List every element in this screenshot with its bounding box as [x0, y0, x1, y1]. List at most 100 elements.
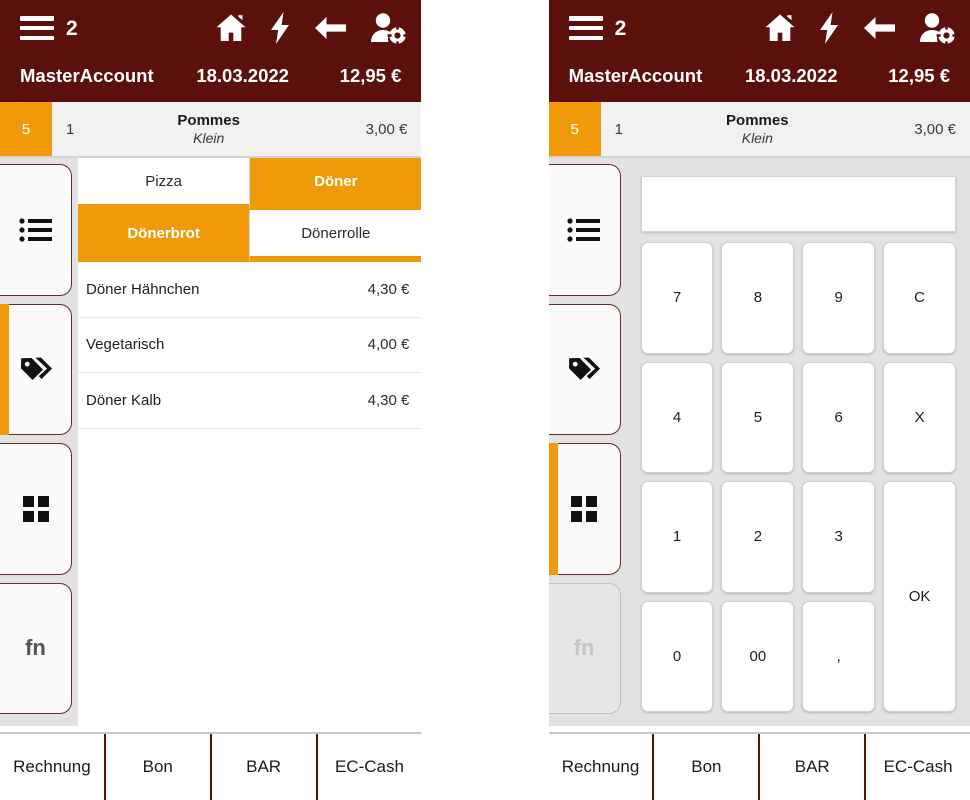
lightning-icon[interactable] — [818, 12, 840, 44]
back-arrow-icon[interactable] — [862, 14, 896, 42]
key-clear[interactable]: C — [883, 242, 956, 354]
order-item-price: 3,00 € — [365, 120, 408, 138]
footer-button-bar[interactable]: BAR — [210, 734, 317, 800]
current-order-row[interactable]: 5 1 Pommes Klein 3,00 € — [0, 102, 422, 158]
date-label: 18.03.2022 — [744, 65, 838, 86]
category-tab[interactable]: Döner — [250, 158, 422, 210]
home-icon[interactable] — [764, 13, 796, 43]
category-tabs: Pizza Döner Dönerbrot Dönerrolle — [78, 158, 422, 262]
numeric-keypad-panel: 7 8 9 C 4 5 6 X 1 2 3 OK 0 00, — [626, 158, 970, 726]
product-price: 4,30 € — [367, 280, 410, 298]
account-label: MasterAccount — [20, 65, 154, 86]
list-icon — [18, 217, 53, 243]
payment-footer-right: Rechnung Bon BAR EC-Cash — [548, 732, 970, 800]
sidebar-tab-tags[interactable] — [0, 303, 72, 435]
total-label: 12,95 € — [339, 65, 402, 86]
key-1[interactable]: 1 — [640, 481, 714, 593]
category-tab-label: Döner — [314, 172, 358, 190]
table-count-label: 2 — [66, 16, 78, 40]
sidebar-tab-tags[interactable] — [548, 303, 621, 435]
order-item-price: 3,00 € — [914, 120, 956, 138]
hamburger-icon[interactable] — [568, 16, 603, 40]
keypad-key-label: 9 — [834, 289, 843, 307]
key-4[interactable]: 4 — [640, 361, 714, 473]
footer-button-label: Rechnung — [13, 757, 91, 776]
product-price: 4,30 € — [367, 391, 410, 409]
back-arrow-icon[interactable] — [313, 14, 347, 42]
user-settings-icon[interactable] — [918, 12, 956, 44]
account-label: MasterAccount — [568, 65, 703, 86]
product-name: Döner Kalb — [86, 391, 162, 409]
user-settings-icon[interactable] — [369, 12, 408, 44]
footer-button-bon[interactable]: Bon — [104, 734, 211, 800]
key-2[interactable]: 2 — [721, 481, 795, 593]
tag-icon — [567, 355, 601, 383]
keypad-key-label: C — [914, 289, 925, 307]
order-item: Pommes Klein — [92, 102, 325, 156]
keypad-key-label: X — [914, 408, 925, 426]
app-header-top-row: 2 — [549, 0, 970, 56]
category-tab[interactable]: Pizza — [78, 158, 251, 210]
keypad-key-label: 00 — [749, 647, 767, 665]
key-comma[interactable]: , — [802, 600, 876, 712]
key-9[interactable]: 9 — [802, 242, 876, 354]
table-count-label: 2 — [614, 16, 627, 40]
footer-button-ec-cash[interactable]: EC-Cash — [316, 734, 422, 800]
sidebar-tab-grid[interactable] — [0, 443, 72, 575]
product-price: 4,00 € — [367, 336, 410, 354]
footer-button-ec-cash[interactable]: EC-Cash — [865, 734, 970, 800]
keypad-key-label: 7 — [672, 289, 682, 307]
lightning-icon[interactable] — [269, 12, 291, 44]
order-badge: 5 — [548, 102, 601, 156]
keypad-grid: 7 8 9 C 4 5 6 X 1 2 3 OK 0 00, — [640, 242, 956, 712]
order-item-name: Pommes — [726, 112, 789, 130]
footer-button-rechnung[interactable]: Rechnung — [0, 734, 105, 800]
hamburger-icon[interactable] — [20, 16, 54, 40]
header-icon-group — [215, 12, 408, 44]
key-double-zero[interactable]: 00 — [721, 600, 795, 712]
category-tab[interactable]: Dönerbrot — [78, 210, 251, 262]
key-8[interactable]: 8 — [721, 242, 795, 354]
key-5[interactable]: 5 — [721, 361, 795, 473]
footer-button-label: EC-Cash — [334, 757, 404, 776]
sidebar-tab-list[interactable] — [548, 164, 621, 296]
footer-button-label: BAR — [246, 757, 282, 776]
panel-body-right: fn 7 8 9 C 4 5 6 X 1 2 3 OK 0 00, — [548, 158, 970, 726]
order-item-variant: Klein — [741, 129, 773, 146]
current-order-row[interactable]: 5 1 Pommes Klein 3,00 € — [548, 102, 970, 158]
keypad-key-label: 2 — [753, 528, 763, 546]
footer-button-label: Bon — [142, 757, 173, 776]
footer-button-bar[interactable]: BAR — [759, 734, 866, 800]
list-icon — [567, 217, 601, 243]
key-ok[interactable]: OK — [883, 481, 956, 712]
keypad-key-label: OK — [908, 588, 931, 605]
footer-button-rechnung[interactable]: Rechnung — [548, 734, 654, 800]
grid-icon — [570, 495, 598, 523]
key-0[interactable]: 0 — [640, 600, 714, 712]
category-tab-label: Dönerbrot — [127, 224, 200, 242]
product-list-item[interactable]: Döner Hähnchen 4,30 € — [78, 262, 422, 318]
product-list-item[interactable]: Döner Kalb 4,30 € — [78, 373, 422, 429]
sidebar-tab-list[interactable] — [0, 164, 72, 296]
payment-footer-left: Rechnung Bon BAR EC-Cash — [0, 732, 422, 800]
category-tab[interactable]: Dönerrolle — [250, 210, 422, 262]
home-icon[interactable] — [215, 13, 247, 43]
key-6[interactable]: 6 — [802, 361, 876, 473]
key-multiply[interactable]: X — [883, 361, 956, 473]
product-list-item[interactable]: Vegetarisch 4,00 € — [78, 318, 422, 373]
fn-label: fn — [25, 635, 46, 661]
key-3[interactable]: 3 — [802, 481, 876, 593]
key-7[interactable]: 7 — [640, 242, 714, 354]
keypad-display[interactable] — [640, 176, 956, 232]
sidebar-tab-grid[interactable] — [548, 443, 621, 575]
keypad-key-label: 6 — [834, 408, 843, 426]
footer-button-bon[interactable]: Bon — [653, 734, 760, 800]
category-tab-row-2: Dönerbrot Dönerrolle — [78, 210, 422, 262]
sidebar-tab-fn[interactable]: fn — [0, 582, 72, 714]
order-item-variant: Klein — [193, 129, 225, 146]
panel-body-left: fn Pizza Döner Dönerbrot Dönerrolle Döner … — [0, 158, 422, 726]
keypad-key-label: 5 — [753, 408, 763, 426]
product-browser: Pizza Döner Dönerbrot Dönerrolle Döner Häh… — [78, 158, 422, 726]
keypad-key-label: , — [836, 647, 841, 665]
date-label: 18.03.2022 — [196, 65, 289, 86]
